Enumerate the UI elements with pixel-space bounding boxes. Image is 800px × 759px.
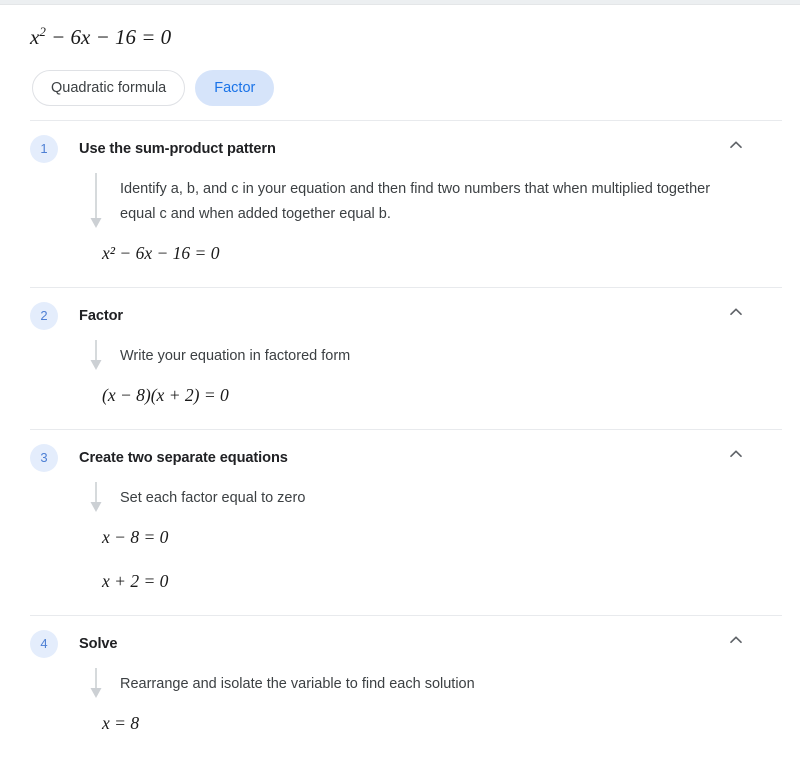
- step-1-equation-1: x² − 6x − 16 = 0: [88, 227, 800, 265]
- step-3-title: Create two separate equations: [79, 450, 288, 466]
- step-1-header[interactable]: 1 Use the sum-product pattern: [0, 121, 800, 169]
- step-4-title: Solve: [79, 636, 118, 652]
- solver-page: x2 − 6x − 16 = 0 Quadratic formula Facto…: [0, 0, 800, 759]
- step-3-hint: Set each factor equal to zero: [120, 490, 306, 506]
- method-tabs: Quadratic formula Factor: [0, 50, 800, 106]
- step-4-equation-2: x = −2: [88, 735, 800, 759]
- solver-content: x2 − 6x − 16 = 0 Quadratic formula Facto…: [0, 5, 800, 759]
- step-4-body: Rearrange and isolate the variable to fi…: [0, 664, 800, 759]
- step-2-body: Write your equation in factored form (x …: [0, 336, 800, 429]
- step-1: 1 Use the sum-product pattern Identify a…: [0, 120, 800, 287]
- problem-equation-rest: − 6x − 16 = 0: [45, 25, 172, 49]
- step-1-equation-1-text: x² − 6x − 16 = 0: [102, 243, 220, 263]
- step-3-equation-2: x + 2 = 0: [88, 549, 800, 593]
- step-4-hint-row: Rearrange and isolate the variable to fi…: [88, 664, 800, 700]
- tab-factor[interactable]: Factor: [195, 70, 275, 106]
- step-1-body: Identify a, b, and c in your equation an…: [0, 169, 800, 287]
- step-3-equation-1-text: x − 8 = 0: [102, 527, 169, 547]
- chevron-up-icon[interactable]: [727, 631, 745, 649]
- step-1-title: Use the sum-product pattern: [79, 141, 276, 157]
- step-4-header[interactable]: 4 Solve: [0, 616, 800, 664]
- step-2: 2 Factor Write your equation in factored…: [0, 287, 800, 429]
- step-2-spacer: [88, 407, 800, 429]
- tab-quadratic-formula-label: Quadratic formula: [51, 80, 167, 96]
- step-3-header[interactable]: 3 Create two separate equations: [0, 430, 800, 478]
- step-1-hint: Identify a, b, and c in your equation an…: [120, 181, 711, 222]
- down-arrow-icon: [88, 668, 106, 700]
- step-3-equation-1: x − 8 = 0: [88, 511, 800, 549]
- steps-list: 1 Use the sum-product pattern Identify a…: [0, 106, 800, 759]
- step-1-hint-row: Identify a, b, and c in your equation an…: [88, 169, 800, 228]
- step-3-body: Set each factor equal to zero x − 8 = 0 …: [0, 478, 800, 615]
- problem-equation: x2 − 6x − 16 = 0: [0, 5, 800, 50]
- step-2-equation-1: (x − 8)(x + 2) = 0: [88, 369, 800, 407]
- step-3-badge: 3: [30, 444, 58, 472]
- step-2-hint: Write your equation in factored form: [120, 348, 351, 364]
- tab-factor-label: Factor: [214, 80, 256, 96]
- step-4-badge: 4: [30, 630, 58, 658]
- chevron-up-icon[interactable]: [727, 445, 745, 463]
- step-3-hint-row: Set each factor equal to zero: [88, 478, 800, 514]
- down-arrow-icon: [88, 482, 106, 514]
- step-2-equation-1-text: (x − 8)(x + 2) = 0: [102, 385, 229, 405]
- step-1-spacer: [88, 265, 800, 287]
- down-arrow-icon: [88, 340, 106, 372]
- step-2-badge: 2: [30, 302, 58, 330]
- down-arrow-icon: [88, 173, 106, 231]
- step-1-badge: 1: [30, 135, 58, 163]
- chevron-up-icon[interactable]: [727, 136, 745, 154]
- step-3-spacer: [88, 593, 800, 615]
- step-2-hint-row: Write your equation in factored form: [88, 336, 800, 372]
- step-3: 3 Create two separate equations Set each…: [0, 429, 800, 615]
- chevron-up-icon[interactable]: [727, 303, 745, 321]
- step-4-hint: Rearrange and isolate the variable to fi…: [120, 676, 475, 692]
- tab-quadratic-formula[interactable]: Quadratic formula: [32, 70, 186, 106]
- problem-equation-base: x: [30, 25, 40, 49]
- step-3-equation-2-text: x + 2 = 0: [102, 571, 169, 591]
- step-4-equation-1-text: x = 8: [102, 713, 140, 733]
- step-4: 4 Solve Rearrange and isolate the variab…: [0, 615, 800, 759]
- step-4-equation-1: x = 8: [88, 697, 800, 735]
- step-2-title: Factor: [79, 308, 124, 324]
- step-2-header[interactable]: 2 Factor: [0, 288, 800, 336]
